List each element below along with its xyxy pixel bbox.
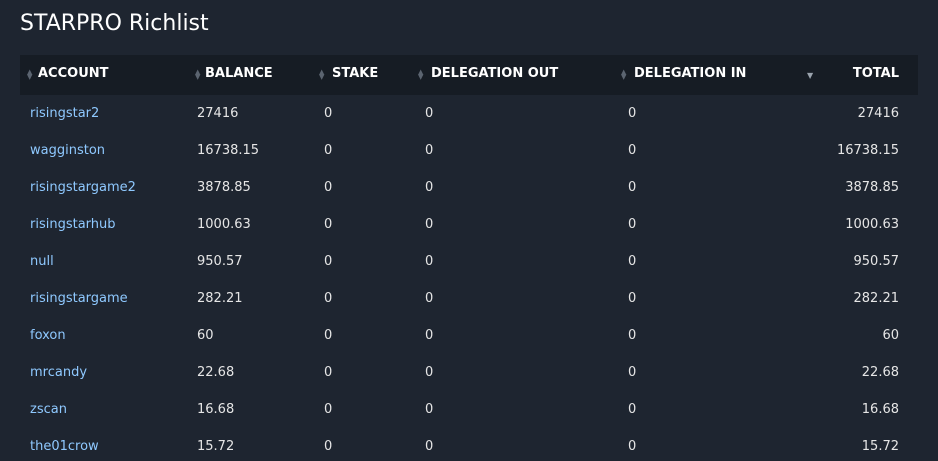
table-row: risingstargame 282.21 0 0 0 282.21 bbox=[20, 280, 918, 317]
table-row: foxon 60 0 0 0 60 bbox=[20, 317, 918, 354]
delegation-in-cell: 0 bbox=[628, 365, 637, 380]
balance-cell: 1000.63 bbox=[197, 217, 251, 232]
total-cell: 16.68 bbox=[861, 402, 899, 417]
delegation-in-cell: 0 bbox=[628, 402, 637, 417]
account-link[interactable]: risingstargame bbox=[30, 291, 128, 306]
header-total[interactable]: TOTAL bbox=[853, 55, 899, 95]
total-cell: 950.57 bbox=[853, 254, 900, 269]
delegation-in-cell: 0 bbox=[628, 254, 637, 269]
delegation-in-cell: 0 bbox=[628, 328, 637, 343]
balance-cell: 3878.85 bbox=[197, 180, 251, 195]
delegation-out-cell: 0 bbox=[425, 439, 434, 454]
delegation-out-cell: 0 bbox=[425, 106, 434, 121]
sort-icon[interactable]: ▲ ▼ bbox=[319, 69, 325, 81]
stake-cell: 0 bbox=[324, 291, 333, 306]
stake-cell: 0 bbox=[324, 402, 333, 417]
stake-cell: 0 bbox=[324, 439, 333, 454]
header-delegation-out[interactable]: DELEGATION OUT bbox=[431, 55, 558, 95]
delegation-out-cell: 0 bbox=[425, 217, 434, 232]
sort-icon[interactable]: ▲ ▼ bbox=[195, 69, 201, 81]
table-body: risingstar2 27416 0 0 0 27416 wagginston… bbox=[20, 95, 918, 461]
delegation-out-cell: 0 bbox=[425, 402, 434, 417]
total-cell: 27416 bbox=[857, 106, 899, 121]
stake-cell: 0 bbox=[324, 217, 333, 232]
total-cell: 60 bbox=[882, 328, 899, 343]
sort-descending-icon[interactable]: ▼ bbox=[807, 72, 813, 83]
richlist-page: STARPRO Richlist ▲ ▼ ACCOUNT ▲ ▼ BALANCE ▲… bbox=[0, 0, 938, 461]
stake-cell: 0 bbox=[324, 254, 333, 269]
header-stake[interactable]: STAKE bbox=[332, 55, 378, 95]
balance-cell: 16.68 bbox=[197, 402, 235, 417]
delegation-out-cell: 0 bbox=[425, 254, 434, 269]
page-title: STARPRO Richlist bbox=[20, 11, 209, 36]
total-cell: 15.72 bbox=[861, 439, 899, 454]
sort-icon[interactable]: ▲ ▼ bbox=[27, 69, 33, 81]
table-row: mrcandy 22.68 0 0 0 22.68 bbox=[20, 354, 918, 391]
sort-icon[interactable]: ▲ ▼ bbox=[418, 69, 424, 81]
stake-cell: 0 bbox=[324, 365, 333, 380]
total-cell: 3878.85 bbox=[845, 180, 899, 195]
delegation-out-cell: 0 bbox=[425, 180, 434, 195]
header-balance[interactable]: BALANCE bbox=[205, 55, 273, 95]
balance-cell: 16738.15 bbox=[197, 143, 260, 158]
balance-cell: 950.57 bbox=[197, 254, 243, 269]
delegation-out-cell: 0 bbox=[425, 328, 434, 343]
delegation-in-cell: 0 bbox=[628, 291, 637, 306]
account-link[interactable]: the01crow bbox=[30, 439, 99, 454]
table-row: risingstarhub 1000.63 0 0 0 1000.63 bbox=[20, 206, 918, 243]
account-link[interactable]: foxon bbox=[30, 328, 66, 343]
stake-cell: 0 bbox=[324, 180, 333, 195]
sort-icon[interactable]: ▲ ▼ bbox=[621, 69, 627, 81]
table-row: null 950.57 0 0 0 950.57 bbox=[20, 243, 918, 280]
account-link[interactable]: risingstargame2 bbox=[30, 180, 136, 195]
delegation-in-cell: 0 bbox=[628, 180, 637, 195]
account-link[interactable]: mrcandy bbox=[30, 365, 87, 380]
total-cell: 1000.63 bbox=[845, 217, 899, 232]
balance-cell: 27416 bbox=[197, 106, 239, 121]
delegation-in-cell: 0 bbox=[628, 106, 637, 121]
total-cell: 282.21 bbox=[853, 291, 900, 306]
richlist-table: ▲ ▼ ACCOUNT ▲ ▼ BALANCE ▲ ▼ STAKE ▲ ▼ DELEGA… bbox=[20, 55, 918, 461]
delegation-out-cell: 0 bbox=[425, 143, 434, 158]
total-cell: 16738.15 bbox=[836, 143, 899, 158]
account-link[interactable]: null bbox=[30, 254, 54, 269]
stake-cell: 0 bbox=[324, 328, 333, 343]
header-delegation-in[interactable]: DELEGATION IN bbox=[634, 55, 746, 95]
table-row: zscan 16.68 0 0 0 16.68 bbox=[20, 391, 918, 428]
table-row: wagginston 16738.15 0 0 0 16738.15 bbox=[20, 132, 918, 169]
delegation-out-cell: 0 bbox=[425, 365, 434, 380]
balance-cell: 22.68 bbox=[197, 365, 235, 380]
delegation-out-cell: 0 bbox=[425, 291, 434, 306]
table-row: risingstar2 27416 0 0 0 27416 bbox=[20, 95, 918, 132]
stake-cell: 0 bbox=[324, 143, 333, 158]
delegation-in-cell: 0 bbox=[628, 143, 637, 158]
balance-cell: 60 bbox=[197, 328, 214, 343]
header-account[interactable]: ACCOUNT bbox=[38, 55, 109, 95]
account-link[interactable]: risingstar2 bbox=[30, 106, 99, 121]
delegation-in-cell: 0 bbox=[628, 439, 637, 454]
total-cell: 22.68 bbox=[861, 365, 899, 380]
table-row: risingstargame2 3878.85 0 0 0 3878.85 bbox=[20, 169, 918, 206]
balance-cell: 15.72 bbox=[197, 439, 235, 454]
table-row: the01crow 15.72 0 0 0 15.72 bbox=[20, 428, 918, 461]
account-link[interactable]: wagginston bbox=[30, 143, 105, 158]
balance-cell: 282.21 bbox=[197, 291, 243, 306]
stake-cell: 0 bbox=[324, 106, 333, 121]
delegation-in-cell: 0 bbox=[628, 217, 637, 232]
account-link[interactable]: zscan bbox=[30, 402, 67, 417]
account-link[interactable]: risingstarhub bbox=[30, 217, 116, 232]
table-header-row: ▲ ▼ ACCOUNT ▲ ▼ BALANCE ▲ ▼ STAKE ▲ ▼ DELEGA… bbox=[20, 55, 918, 95]
